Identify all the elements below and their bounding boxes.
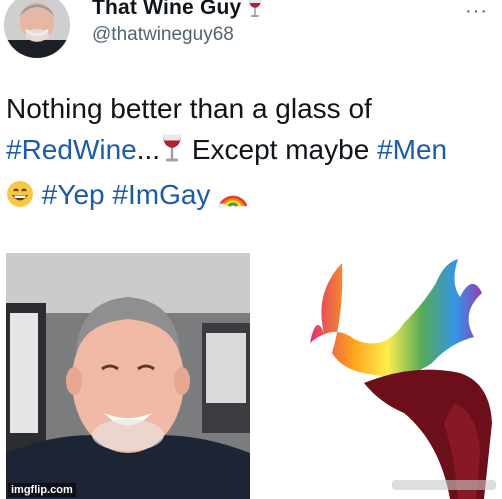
selfie-photo[interactable]: imgflip.com	[6, 253, 250, 499]
except-text: Except maybe	[184, 134, 378, 165]
hashtag-yep[interactable]: #Yep	[42, 179, 105, 210]
post-header: That Wine Guy @thatwineguy68 ···	[0, 0, 502, 60]
hashtag-imgay[interactable]: #ImGay	[112, 179, 210, 210]
post-text-line-3: #Yep #ImGay	[6, 174, 496, 219]
post-text-line-1: Nothing better than a glass of	[6, 93, 372, 124]
rainbow-icon	[218, 178, 248, 219]
hashtag-redwine[interactable]: #RedWine	[6, 134, 137, 165]
display-name[interactable]: That Wine Guy	[92, 0, 263, 24]
media-grid: imgflip.com	[6, 253, 502, 499]
ellipsis-text: ...	[136, 134, 161, 165]
video-watermark	[392, 477, 496, 493]
grinning-face-icon	[6, 178, 34, 219]
imgflip-watermark: imgflip.com	[8, 483, 76, 497]
post-text: Nothing better than a glass of #RedWine.…	[6, 88, 496, 219]
handle[interactable]: @thatwineguy68	[92, 24, 234, 46]
rainbow-wine-splash[interactable]	[254, 253, 502, 499]
more-options-icon[interactable]: ···	[465, 0, 488, 23]
wine-glass-icon	[160, 133, 184, 174]
post-text-line-2: #RedWine... Except maybe #Men	[6, 129, 496, 174]
hashtag-men[interactable]: #Men	[377, 134, 447, 165]
wine-glass-icon	[247, 0, 263, 24]
avatar[interactable]	[4, 0, 70, 58]
